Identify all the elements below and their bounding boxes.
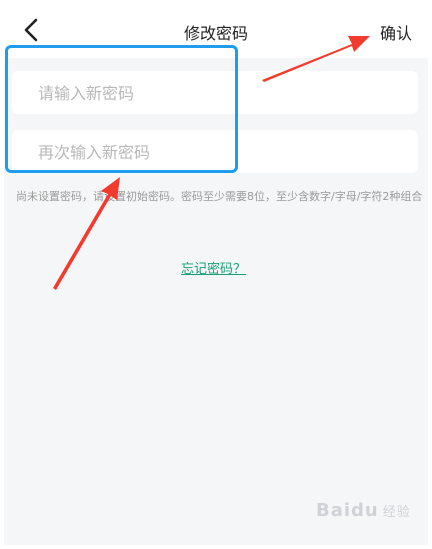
- forgot-password-link[interactable]: 忘记密码？: [181, 258, 246, 277]
- baidu-watermark: Baidu 经验: [316, 500, 411, 521]
- watermark-sub: 经验: [382, 505, 411, 520]
- confirm-password-row: [12, 130, 418, 175]
- page-title: 修改密码: [183, 24, 248, 43]
- confirm-password-input[interactable]: [36, 130, 400, 175]
- confirm-button[interactable]: 确认: [380, 20, 412, 44]
- new-password-row: [12, 71, 418, 116]
- new-password-input[interactable]: [36, 71, 400, 116]
- password-hint: 尚未设置密码，请设置初始密码。密码至少需要8位，至少含数字/字母/字符2种组合: [16, 190, 423, 203]
- watermark-brand: Baidu: [316, 500, 379, 521]
- change-password-screen: 修改密码 确认 尚未设置密码，请设置初始密码。密码至少需要8位，至少含数字/字母…: [0, 0, 432, 549]
- form-area: 尚未设置密码，请设置初始密码。密码至少需要8位，至少含数字/字母/字符2种组合 …: [4, 58, 428, 545]
- top-bar: 修改密码 确认: [0, 0, 432, 58]
